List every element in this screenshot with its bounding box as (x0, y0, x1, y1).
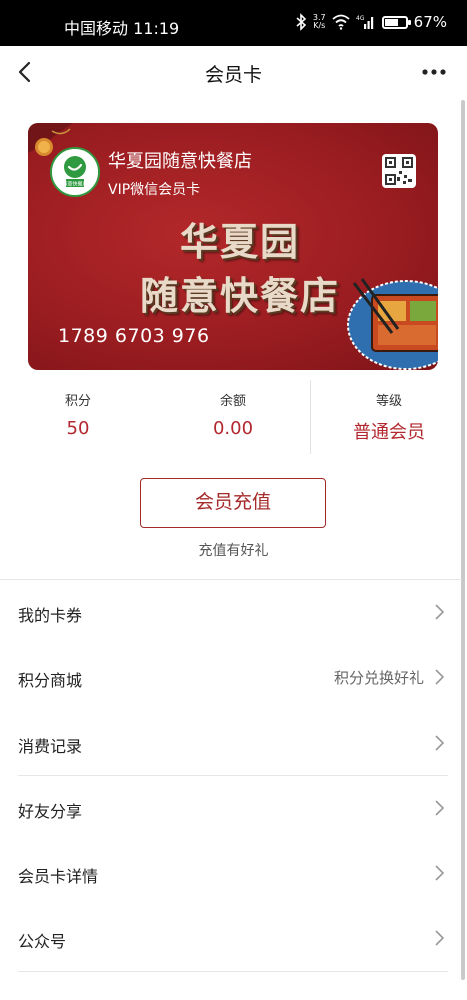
divider (18, 970, 448, 972)
menu-item-points-mall[interactable]: 积分商城 积分兑换好礼 (0, 645, 462, 710)
points-value: 50 (66, 418, 90, 439)
balance-label: 余额 (219, 394, 246, 409)
logo-text: 随意快餐店 (62, 181, 87, 188)
more-options-icon[interactable] (419, 60, 449, 84)
chef-logo-icon: 随意快餐店 (52, 149, 98, 195)
menu-item-purchase-history[interactable]: 消费记录 (0, 711, 462, 776)
menu-item-label: 好友分享 (18, 801, 83, 821)
menu-item-label: 会员卡详情 (18, 867, 99, 887)
menu-item-hint: 积分兑换好礼 (333, 669, 424, 688)
recharge-button[interactable]: 会员充值 (140, 478, 326, 528)
bluetooth-icon (296, 13, 307, 31)
level-value: 普通会员 (353, 422, 425, 443)
card-number: 1789 6703 976 (58, 325, 210, 347)
member-card[interactable]: 随意快餐店 华夏园随意快餐店 VIP微信会员卡 华夏园 随意快餐店 1789 6… (28, 123, 438, 370)
status-bar: 中国移动 11:19 3.7 K/s 4G 67% (0, 0, 467, 46)
store-logo: 随意快餐店 (50, 147, 100, 197)
points-stat[interactable]: 积分 50 (0, 378, 156, 456)
page-title: 会员卡 (204, 64, 262, 86)
menu-item-card-details[interactable]: 会员卡详情 (0, 841, 462, 906)
chevron-right-icon (435, 735, 445, 751)
chevron-right-icon (435, 930, 445, 947)
qr-code-icon[interactable] (382, 154, 416, 188)
menu-item-label: 我的卡券 (18, 606, 83, 625)
net-speed: 3.7 K/s (312, 13, 326, 30)
menu-item-share-friends[interactable]: 好友分享 (0, 776, 462, 841)
battery-percent: 67% (413, 13, 447, 31)
network-type-label: 4G (356, 15, 365, 22)
recharge-tip: 充值有好礼 (198, 543, 269, 559)
chevron-right-icon (435, 669, 445, 685)
chevron-right-icon (435, 800, 445, 816)
menu-item-label: 积分商城 (18, 671, 83, 691)
menu-item-official-account[interactable]: 公众号 (0, 906, 462, 972)
menu-item-label: 公众号 (18, 932, 67, 952)
carrier-time: 中国移动 11:19 (64, 19, 180, 38)
wifi-icon (332, 14, 350, 30)
store-name: 华夏园随意快餐店 (108, 151, 252, 172)
card-type: VIP微信会员卡 (108, 182, 201, 198)
card-big-title-line1: 华夏园 (179, 220, 300, 264)
balance-stat[interactable]: 余额 0.00 (155, 378, 311, 456)
member-stats: 积分 50 余额 0.00 等级 普通会员 (0, 378, 467, 456)
status-icons: 3.7 K/s 4G 67% (295, 13, 447, 31)
points-label: 积分 (64, 394, 91, 409)
menu-list: 我的卡券 积分商城 积分兑换好礼 消费记录 好友分享 会员卡详情 公众号 (0, 580, 462, 972)
level-label: 等级 (375, 394, 402, 409)
menu-item-my-coupons[interactable]: 我的卡券 (0, 580, 462, 645)
balance-value: 0.00 (212, 418, 254, 439)
nav-bar: 会员卡 (0, 46, 467, 100)
battery-icon (381, 15, 411, 29)
menu-item-label: 消费记录 (18, 736, 83, 756)
signal-icon: 4G (356, 15, 373, 29)
level-stat[interactable]: 等级 普通会员 (311, 378, 467, 456)
chevron-right-icon (435, 604, 445, 620)
chevron-right-icon (435, 865, 445, 881)
food-plate-icon (347, 278, 438, 370)
